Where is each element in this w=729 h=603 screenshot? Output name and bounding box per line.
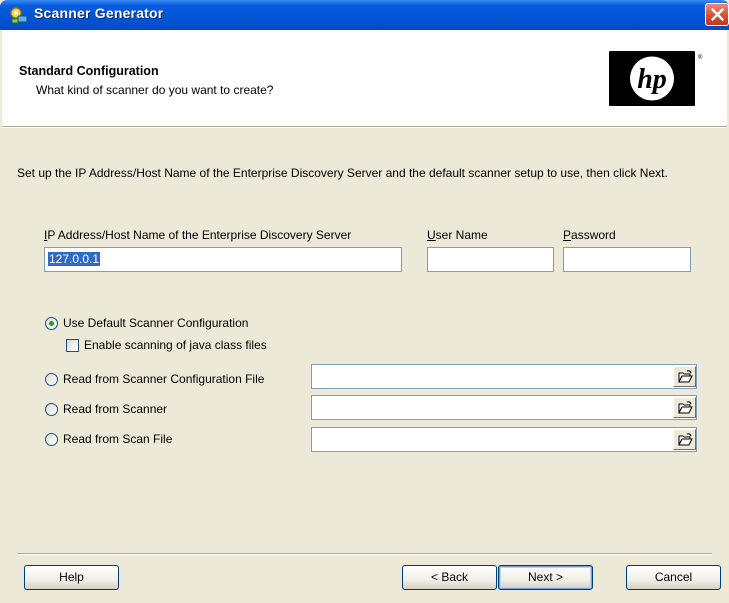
ip-address-label: IP Address/Host Name of the Enterprise D…	[44, 228, 352, 242]
next-button[interactable]: Next >	[498, 565, 593, 590]
scan-file-browse-button[interactable]	[673, 429, 696, 450]
wizard-header: Standard Configuration What kind of scan…	[2, 30, 727, 126]
page-title: Standard Configuration	[19, 64, 159, 78]
scan-file-radio[interactable]	[45, 433, 58, 446]
scan-file-label[interactable]: Read from Scan File	[63, 432, 172, 446]
intro-text: Set up the IP Address/Host Name of the E…	[17, 166, 668, 180]
java-class-files-label[interactable]: Enable scanning of java class files	[84, 338, 267, 352]
scanner-browse-button[interactable]	[673, 397, 696, 418]
title-bar[interactable]: Scanner Generator	[0, 0, 729, 30]
radio-selected-dot	[49, 321, 54, 326]
config-file-radio[interactable]	[45, 373, 58, 386]
ip-address-value: 127.0.0.1	[48, 252, 101, 266]
use-default-config-label[interactable]: Use Default Scanner Configuration	[63, 316, 248, 330]
back-button[interactable]: < Back	[402, 565, 497, 590]
footer-divider	[17, 553, 712, 555]
registered-mark: ®	[698, 55, 703, 61]
help-button[interactable]: Help	[24, 565, 119, 590]
scanner-radio[interactable]	[45, 403, 58, 416]
password-label: Password	[563, 228, 616, 242]
password-field[interactable]	[563, 247, 691, 272]
open-folder-icon	[678, 401, 693, 414]
scanner-label[interactable]: Read from Scanner	[63, 402, 167, 416]
hp-logo: hp	[609, 51, 695, 106]
svg-text:hp: hp	[637, 64, 667, 95]
config-file-field[interactable]	[311, 364, 697, 389]
close-button[interactable]	[705, 3, 729, 26]
scan-file-field[interactable]	[311, 427, 697, 452]
close-icon	[711, 8, 724, 21]
scanner-generator-window: Scanner Generator Standard Configuration…	[0, 0, 729, 603]
config-file-label[interactable]: Read from Scanner Configuration File	[63, 372, 264, 386]
window-title: Scanner Generator	[34, 5, 164, 21]
ip-address-field[interactable]: 127.0.0.1	[44, 247, 402, 272]
open-folder-icon	[678, 433, 693, 446]
open-folder-icon	[678, 370, 693, 383]
config-file-browse-button[interactable]	[673, 366, 696, 387]
header-divider	[2, 126, 727, 128]
java-class-files-checkbox[interactable]	[66, 339, 79, 352]
use-default-config-radio[interactable]	[45, 317, 58, 330]
scanner-field[interactable]	[311, 395, 697, 420]
user-name-label: User Name	[427, 228, 488, 242]
cancel-button[interactable]: Cancel	[626, 565, 721, 590]
scanner-generator-icon	[9, 5, 29, 25]
page-subtitle: What kind of scanner do you want to crea…	[36, 83, 274, 97]
user-name-field[interactable]	[427, 247, 554, 272]
